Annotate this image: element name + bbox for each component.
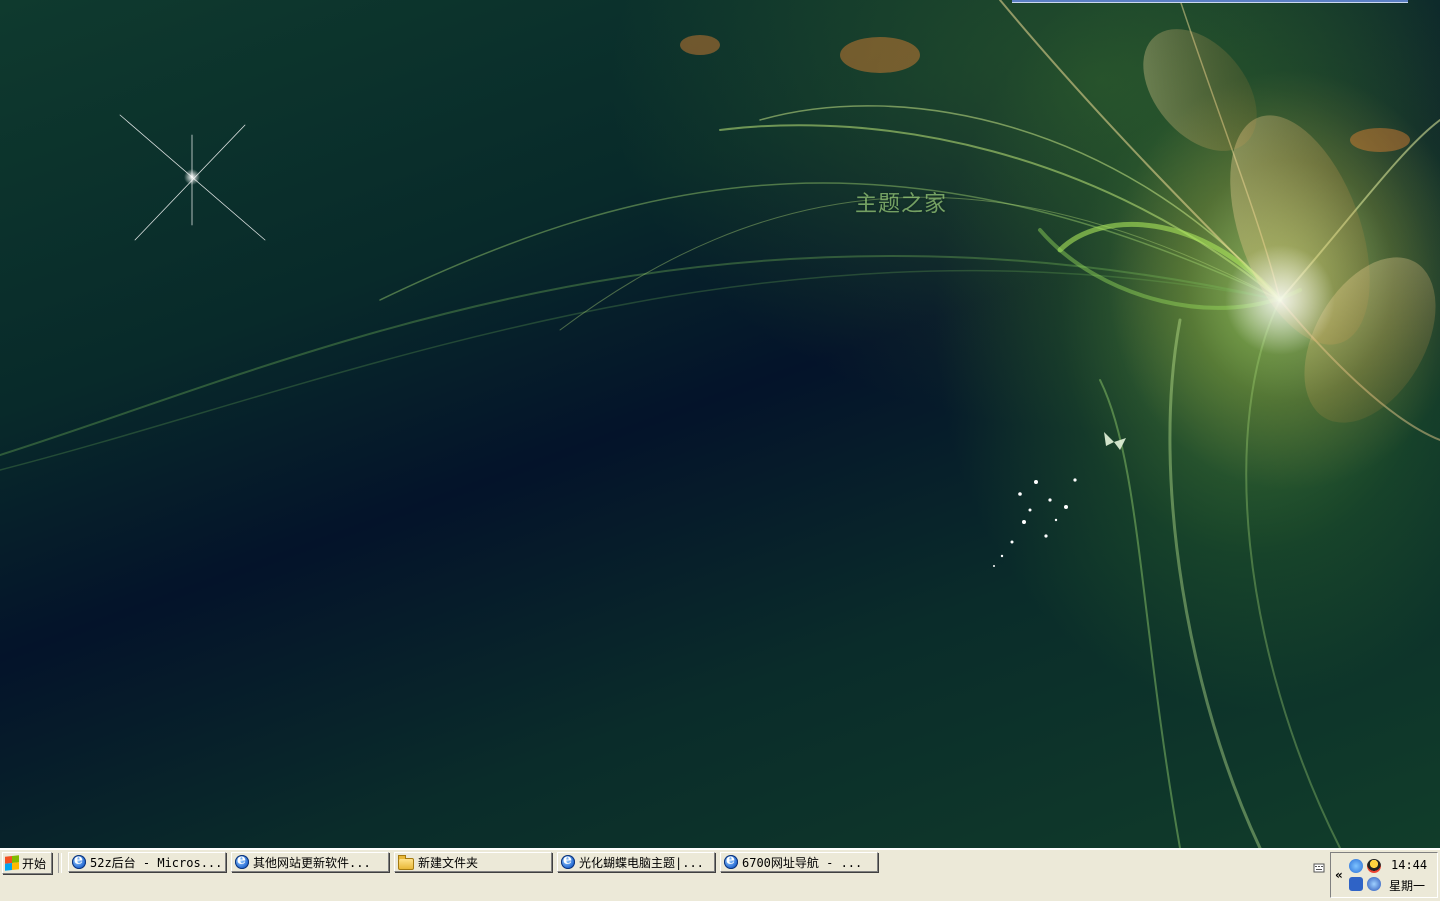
watermark-text: 主题之家 bbox=[855, 192, 948, 217]
start-label: 开始 bbox=[22, 856, 47, 871]
task-button-other-sites[interactable]: 其他网站更新软件... bbox=[231, 852, 389, 872]
offscreen-window-edge[interactable] bbox=[1012, 0, 1408, 3]
task-button-6700-nav[interactable]: 6700网址导航 - ... bbox=[720, 852, 878, 872]
keyboard-icon[interactable] bbox=[1313, 861, 1325, 875]
security-icon[interactable] bbox=[1367, 877, 1381, 891]
taskbar: 开始 52z后台 - Micros... 其他网站更新软件... 新建文件夹 光… bbox=[0, 848, 1440, 901]
wallpaper-art bbox=[0, 0, 1440, 848]
task-label: 其他网站更新软件... bbox=[253, 855, 371, 870]
task-label: 52z后台 - Micros... bbox=[90, 855, 223, 870]
qq-icon[interactable] bbox=[1367, 859, 1381, 873]
ie-icon bbox=[72, 853, 86, 869]
ie-icon bbox=[561, 853, 575, 869]
network-icon[interactable] bbox=[1349, 859, 1363, 873]
task-button-new-folder[interactable]: 新建文件夹 bbox=[394, 852, 552, 872]
folder-icon bbox=[398, 854, 414, 870]
system-tray: « 14:44 星期一 bbox=[1330, 852, 1438, 898]
back-arrow-icon[interactable] bbox=[1349, 877, 1363, 891]
task-label: 光化蝴蝶电脑主题|... bbox=[579, 855, 704, 870]
taskbar-separator bbox=[58, 853, 62, 873]
task-label: 新建文件夹 bbox=[418, 855, 479, 870]
windows-logo-icon bbox=[5, 855, 19, 871]
start-button[interactable]: 开始 bbox=[2, 852, 52, 874]
ie-icon bbox=[235, 853, 249, 869]
clock-day[interactable]: 星期一 bbox=[1389, 877, 1425, 894]
desktop: 主题之家 bbox=[0, 0, 1440, 848]
show-hidden-icons-chevron[interactable]: « bbox=[1335, 868, 1343, 882]
task-label: 6700网址导航 - ... bbox=[742, 855, 863, 870]
task-button-52z[interactable]: 52z后台 - Micros... bbox=[68, 852, 226, 872]
ie-icon bbox=[724, 853, 738, 869]
task-button-butterfly-theme[interactable]: 光化蝴蝶电脑主题|... bbox=[557, 852, 715, 872]
clock-time[interactable]: 14:44 bbox=[1391, 858, 1427, 872]
